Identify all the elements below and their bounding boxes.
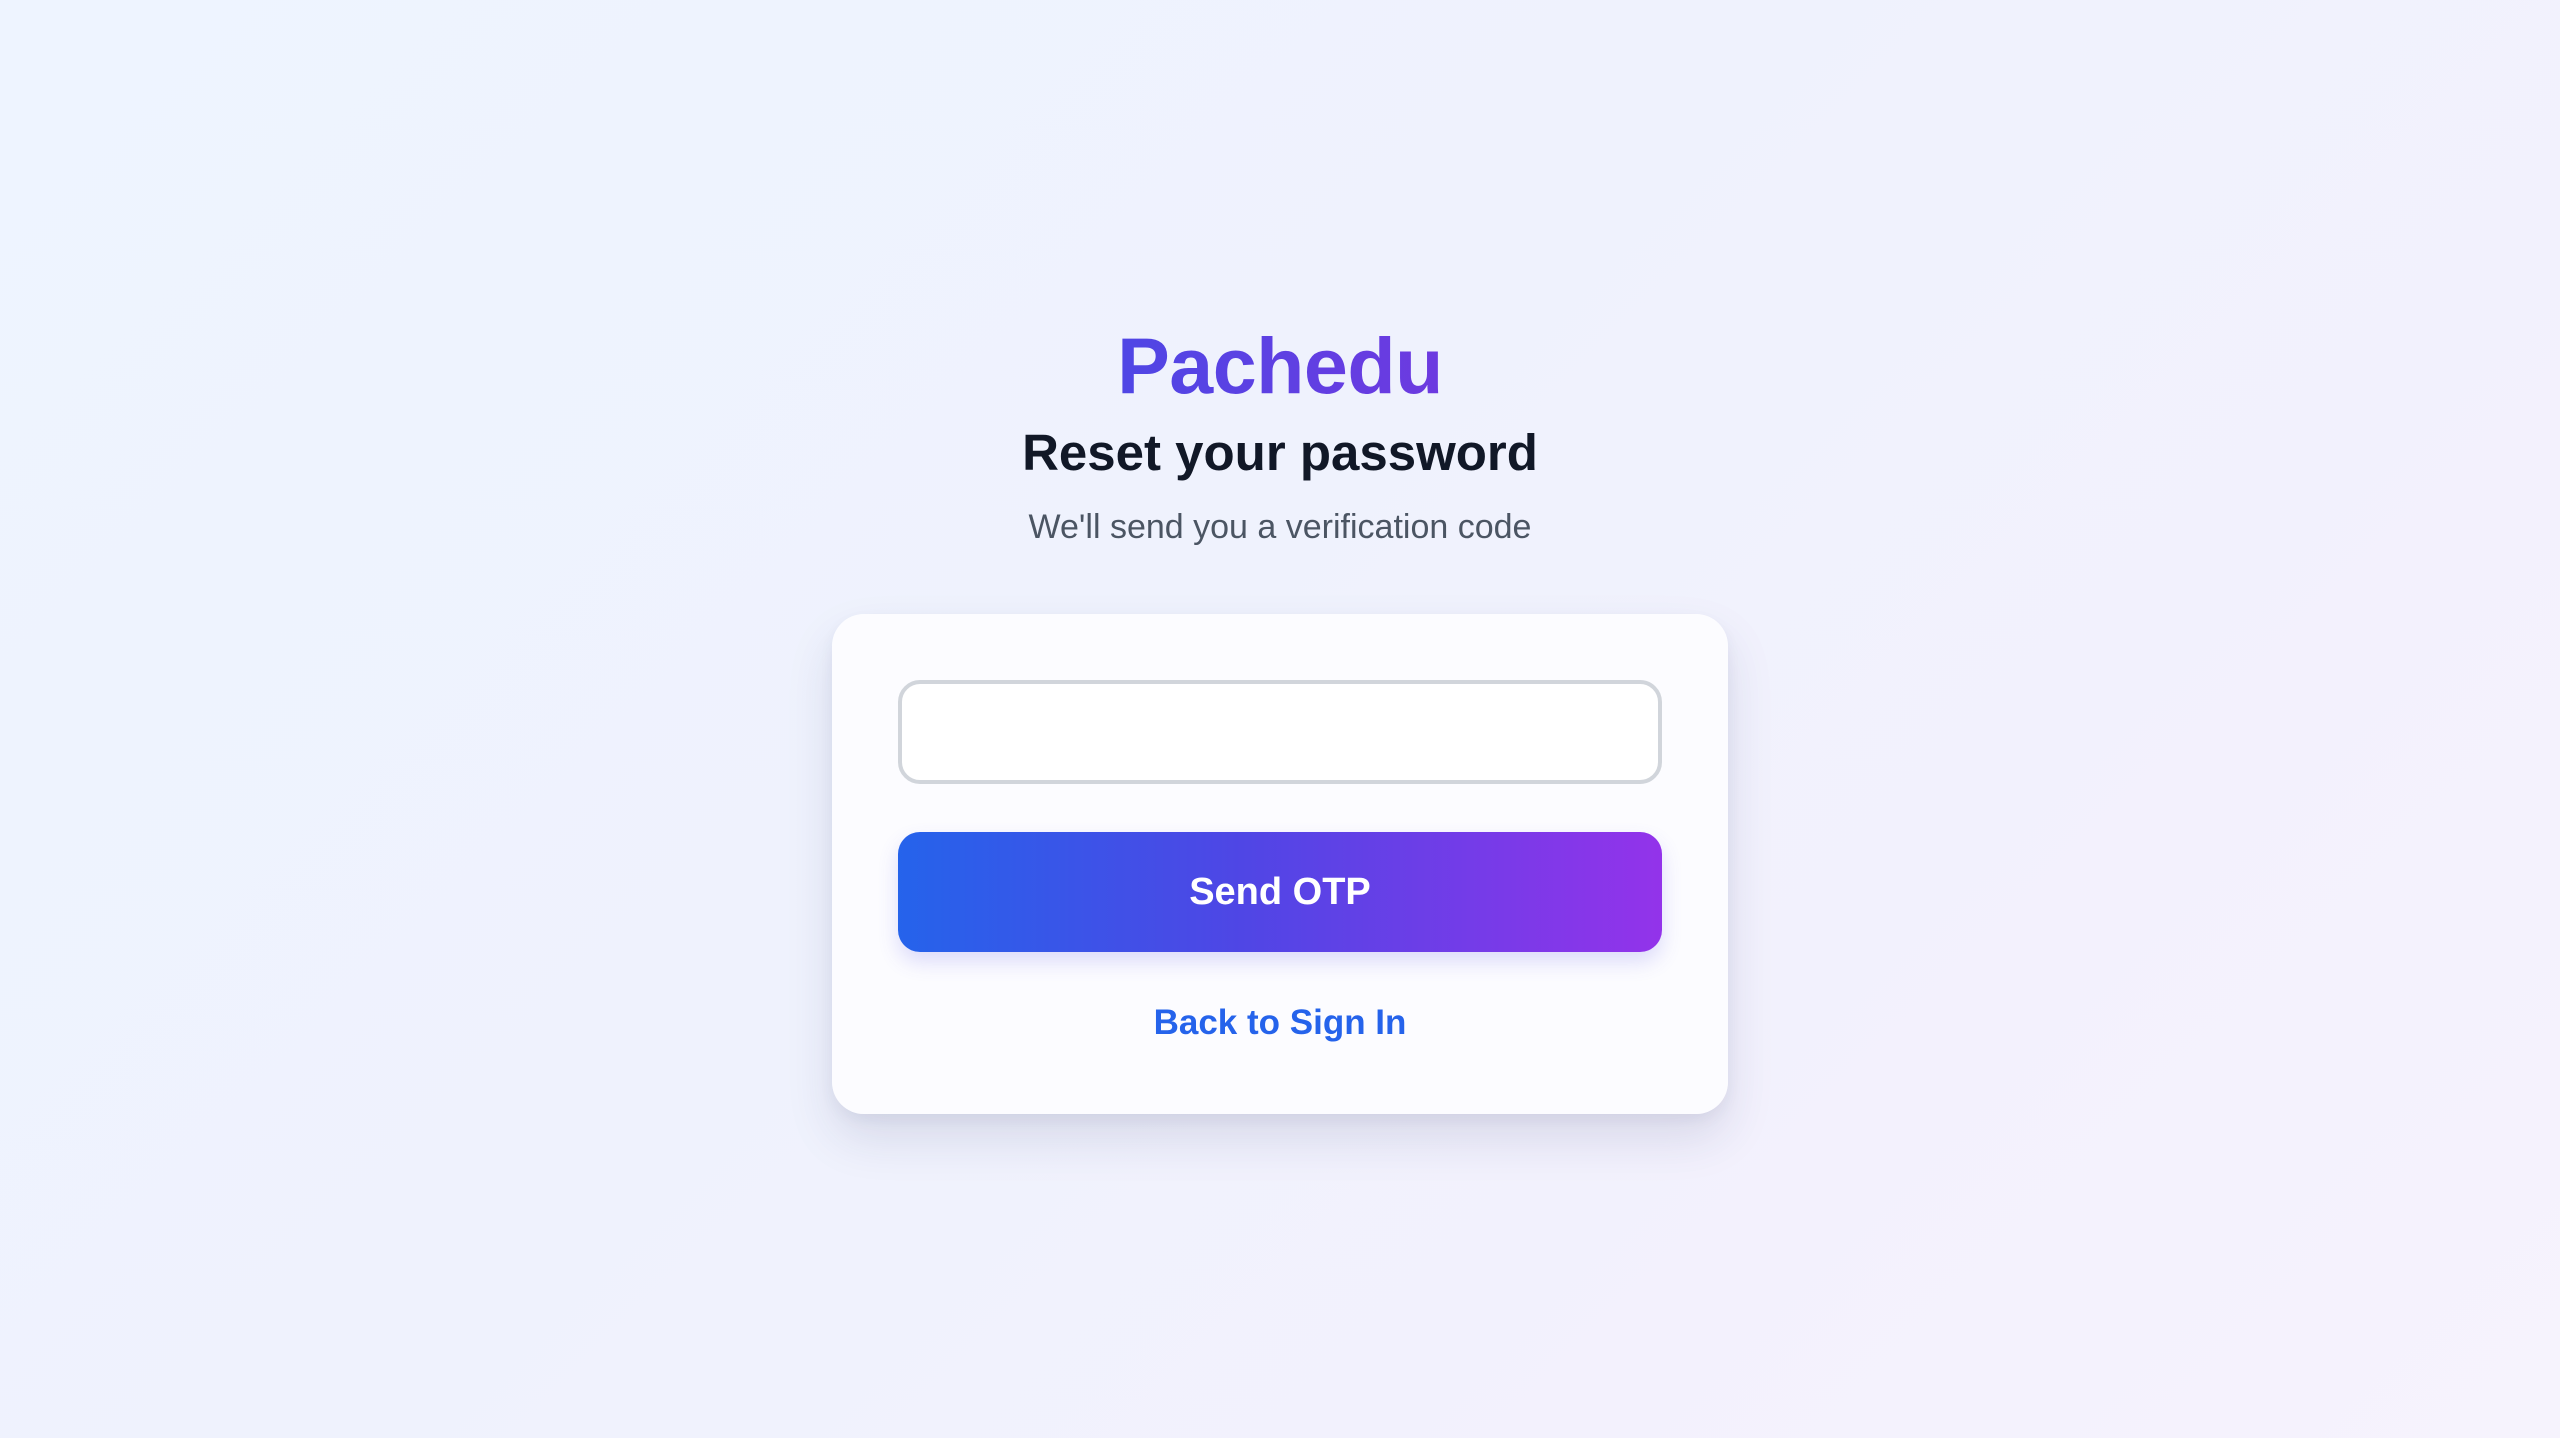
email-input[interactable] bbox=[898, 680, 1662, 784]
page-subtitle: We'll send you a verification code bbox=[1028, 508, 1532, 546]
send-otp-button[interactable]: Send OTP bbox=[898, 832, 1662, 952]
page-title: Reset your password bbox=[1022, 424, 1538, 481]
reset-password-card: Send OTP Back to Sign In bbox=[832, 614, 1728, 1114]
brand-name: Pachedu bbox=[1117, 321, 1443, 410]
brand-logo-text: Pachedu bbox=[0, 318, 2560, 414]
back-to-sign-in-link[interactable]: Back to Sign In bbox=[1154, 998, 1407, 1048]
back-link-container: Back to Sign In bbox=[832, 998, 1728, 1048]
